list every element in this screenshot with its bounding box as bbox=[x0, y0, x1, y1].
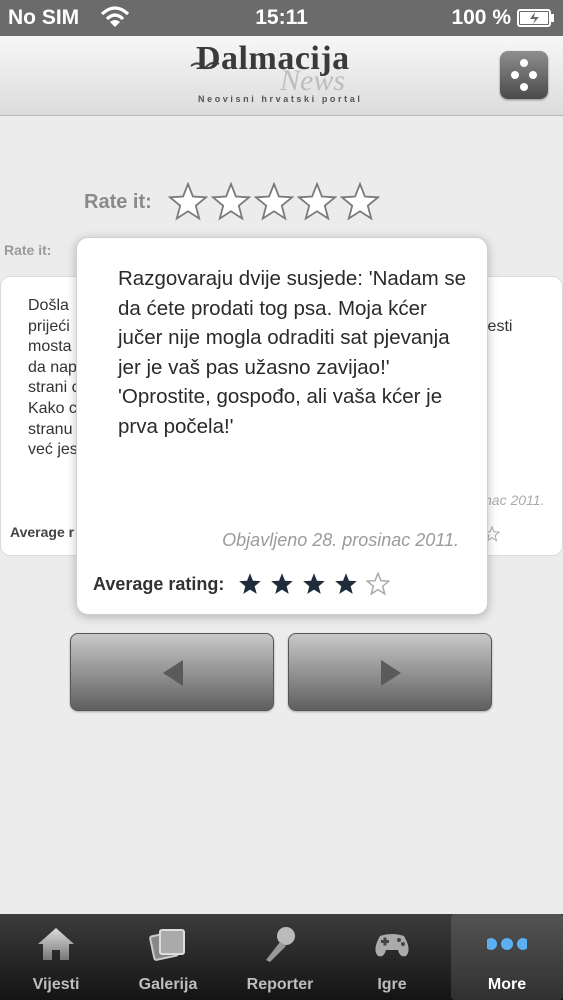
bg-line: prijeći bbox=[28, 317, 70, 335]
menu-dot bbox=[511, 71, 519, 79]
home-icon bbox=[38, 928, 74, 960]
more-icon bbox=[487, 938, 527, 950]
tab-reporter[interactable]: Reporter bbox=[224, 914, 336, 1000]
battery-icon bbox=[517, 9, 554, 27]
rate-star-1[interactable] bbox=[167, 182, 208, 222]
star-filled-icon bbox=[239, 573, 262, 594]
previous-button[interactable] bbox=[70, 633, 274, 711]
tab-label: Vijesti bbox=[32, 976, 80, 993]
tab-galerija[interactable]: Galerija bbox=[112, 914, 224, 1000]
rate-star-5[interactable] bbox=[339, 182, 380, 222]
battery-percent: 100 % bbox=[451, 6, 511, 29]
logo-subtitle: News bbox=[280, 64, 346, 97]
star-empty-icon bbox=[366, 572, 391, 596]
tab-vijesti[interactable]: Vijesti bbox=[0, 914, 112, 1000]
microphone-icon bbox=[266, 927, 295, 962]
bg-line: Došla bbox=[28, 297, 69, 314]
tab-bar: Vijesti Galerija Reporter Igre More bbox=[0, 914, 563, 1000]
rate-star-2[interactable] bbox=[210, 182, 251, 222]
star-filled-icon bbox=[271, 573, 294, 594]
bg-line: da nap bbox=[28, 358, 77, 376]
gallery-icon bbox=[149, 929, 185, 961]
bg-line: strani c bbox=[28, 379, 80, 397]
star-filled-icon bbox=[335, 573, 358, 594]
background-average-label: Average r bbox=[10, 524, 75, 540]
bg-line: Kako c bbox=[28, 399, 77, 417]
tab-igre[interactable]: Igre bbox=[336, 914, 448, 1000]
background-joke-text: Došla prijeći mosta da nap strani c Kako… bbox=[28, 296, 80, 461]
tab-more[interactable]: More bbox=[451, 914, 563, 1000]
rate-star-4[interactable] bbox=[296, 182, 337, 222]
bg-line: već jes bbox=[28, 441, 78, 459]
rate-star-3[interactable] bbox=[253, 182, 294, 222]
average-rating-label: Average rating: bbox=[93, 573, 225, 594]
next-button[interactable] bbox=[288, 633, 492, 711]
average-rating: Average rating: bbox=[93, 572, 398, 596]
publish-date: Objavljeno 28. prosinac 2011. bbox=[222, 530, 459, 550]
arrow-left-icon bbox=[163, 660, 183, 686]
background-date: nac 2011. bbox=[484, 492, 545, 508]
arrow-right-icon bbox=[381, 660, 401, 686]
tab-label: More bbox=[487, 976, 527, 993]
logo-tagline: Neovisni hrvatski portal bbox=[198, 94, 363, 104]
tab-label: Igre bbox=[377, 976, 407, 993]
joke-popup[interactable]: Razgovaraju dvije susjede: 'Nadam se da … bbox=[76, 237, 488, 615]
bg-line: mosta bbox=[28, 338, 72, 356]
app-header: Dalmacija News Neovisni hrvatski portal bbox=[0, 36, 563, 116]
menu-dot bbox=[520, 83, 528, 91]
star-filled-icon bbox=[303, 573, 326, 594]
background-joke-fragment: jesti bbox=[484, 318, 513, 335]
menu-dot bbox=[529, 71, 537, 79]
menu-button[interactable] bbox=[500, 51, 548, 99]
rate-it-row: Rate it: bbox=[84, 180, 383, 224]
tab-label: Reporter bbox=[246, 976, 314, 993]
menu-dot bbox=[520, 59, 528, 67]
rate-it-label: Rate it: bbox=[84, 190, 152, 213]
gamepad-icon bbox=[375, 934, 409, 957]
bg-line: stranu bbox=[28, 420, 73, 438]
tab-label: Galerija bbox=[138, 976, 198, 993]
average-rating-stars bbox=[238, 572, 398, 596]
dalmacija-news-logo[interactable]: Dalmacija News Neovisni hrvatski portal bbox=[190, 40, 380, 110]
background-rate-label: Rate it: bbox=[4, 242, 52, 258]
joke-text: Razgovaraju dvije susjede: 'Nadam se da … bbox=[118, 267, 467, 438]
status-bar: No SIM 15:11 100 % bbox=[0, 0, 563, 36]
